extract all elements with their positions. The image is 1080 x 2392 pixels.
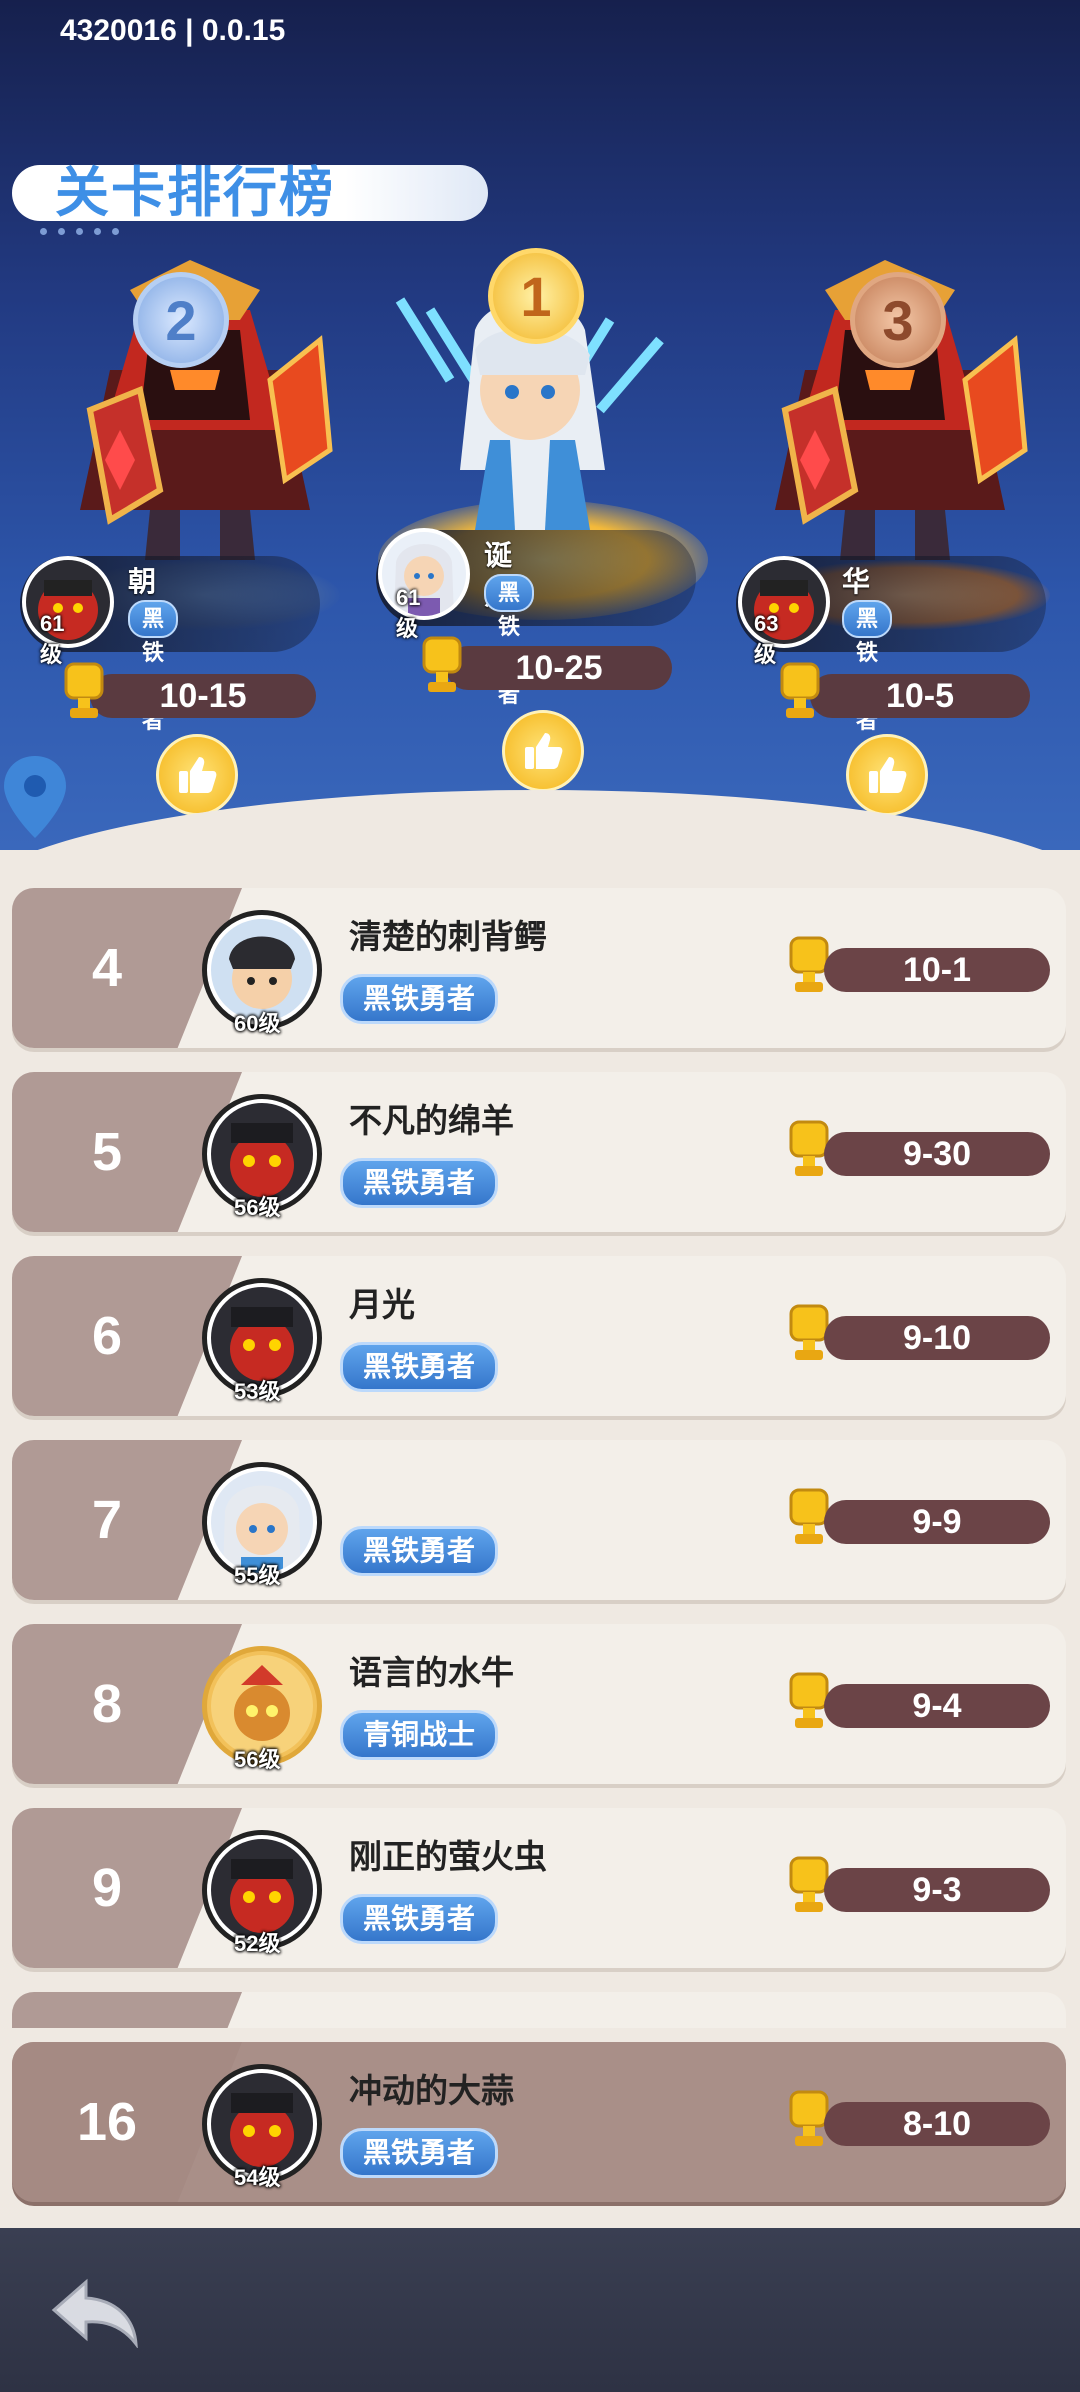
level-label: 54级 (234, 2165, 281, 2190)
player-name: 月光 (349, 1286, 415, 1323)
rank-1-medal: 1 (488, 248, 584, 344)
rank-number: 8 (91, 1674, 123, 1734)
version-label: 4320016 | 0.0.15 (60, 14, 286, 47)
rank-number: 7 (91, 1490, 123, 1550)
title-badge: 黑铁勇者 (340, 1342, 499, 1392)
player-name: 清楚的刺背鳄 (349, 918, 547, 955)
list-item[interactable]: 6 53级 月光 黑铁勇者 9-10 (12, 1256, 1066, 1416)
score-bar: 10-25 (446, 646, 672, 690)
score-bar: 10-1 (824, 948, 1050, 992)
score-bar: 9-4 (824, 1684, 1050, 1728)
level-label: 56级 (234, 1747, 281, 1772)
player-name: 刚正的萤火虫 (349, 1838, 547, 1875)
avatar (378, 528, 470, 620)
player-name: 语言的水牛 (349, 1654, 514, 1691)
title-badge: 黑铁勇者 (340, 1158, 499, 1208)
like-count: 1 (186, 814, 202, 845)
player-name: 冲动的大蒜 (349, 2072, 514, 2109)
title-badge: 黑铁勇者 (340, 974, 499, 1024)
rank-2-medal: 2 (133, 272, 229, 368)
title-badge: 黑铁勇者 (340, 1894, 499, 1944)
title-badge: 黑铁勇者 (842, 600, 893, 733)
score-bar: 9-30 (824, 1132, 1050, 1176)
list-item[interactable]: 8 56级 语言的水牛 青铜战士 9-4 (12, 1624, 1066, 1784)
level-label: 63级 (754, 611, 779, 667)
rank-number: 5 (91, 1122, 123, 1182)
level-label: 55级 (234, 1563, 281, 1588)
trophy-cup-icon (780, 662, 820, 718)
rank-number: 4 (91, 938, 123, 998)
score-bar: 9-9 (824, 1500, 1050, 1544)
page-title: 关卡排行榜 (55, 163, 335, 223)
like-button[interactable] (502, 710, 584, 792)
trophy-cup-icon (422, 636, 462, 692)
like-button[interactable] (156, 734, 238, 816)
bottom-bar (0, 2228, 1080, 2392)
trophy-cup-icon (64, 662, 104, 718)
title-badge: 青铜战士 (340, 1710, 499, 1760)
rank-number: 6 (91, 1306, 123, 1366)
level-label: 61级 (40, 611, 65, 667)
title-badge: 黑铁勇者 (484, 574, 535, 707)
title-badge: 黑铁勇者 (340, 2128, 499, 2178)
podium-section: 4320016 | 0.0.15 关卡排行榜 2 61级 朝与 黑铁勇者 10- (0, 0, 1080, 850)
avatar (738, 556, 830, 648)
avatar (22, 556, 114, 648)
level-label: 53级 (234, 1379, 281, 1404)
location-pin-icon[interactable] (0, 752, 70, 842)
score-bar: 8-10 (824, 2102, 1050, 2146)
thumbs-up-icon (869, 757, 907, 793)
list-item[interactable]: 4 60级 清楚的刺背鳄 黑铁勇者 10-1 (12, 888, 1066, 1048)
list-item[interactable]: 9 52级 刚正的萤火虫 黑铁勇者 9-3 (12, 1808, 1066, 1968)
score-bar: 9-3 (824, 1868, 1050, 1912)
thumbs-up-icon (179, 757, 217, 793)
list-item[interactable]: 5 56级 不凡的绵羊 黑铁勇者 9-30 (12, 1072, 1066, 1232)
title-badge: 黑铁勇者 (128, 600, 179, 733)
like-count: 3 (532, 788, 548, 819)
thumbs-up-icon (525, 733, 563, 769)
level-label: 52级 (234, 1931, 281, 1956)
ranking-list[interactable]: 4 60级 清楚的刺背鳄 黑铁勇者 10-1 5 56级 不凡的绵羊 黑铁勇者 … (0, 888, 1080, 2028)
player-name: 不凡的绵羊 (349, 1102, 514, 1139)
like-button[interactable] (846, 734, 928, 816)
list-item[interactable]: 7 55级 黑铁勇者 9-9 (12, 1440, 1066, 1600)
level-label: 56级 (234, 1195, 281, 1220)
like-count: 0 (876, 814, 892, 845)
my-rank-row[interactable]: 16 54级 冲动的大蒜 黑铁勇者 8-10 (12, 2042, 1066, 2202)
rank-number: 16 (76, 2092, 138, 2152)
level-label: 61级 (396, 585, 421, 641)
back-arrow-icon[interactable] (50, 2278, 142, 2348)
rank-number: 9 (91, 1858, 123, 1918)
title-dots (40, 228, 119, 235)
level-label: 60级 (234, 1011, 281, 1036)
score-bar: 9-10 (824, 1316, 1050, 1360)
score-bar: 10-15 (90, 674, 316, 718)
list-item-partial[interactable] (12, 1992, 1066, 2028)
title-badge: 黑铁勇者 (340, 1526, 499, 1576)
rank-3-medal: 3 (850, 272, 946, 368)
score-bar: 10-5 (810, 674, 1030, 718)
